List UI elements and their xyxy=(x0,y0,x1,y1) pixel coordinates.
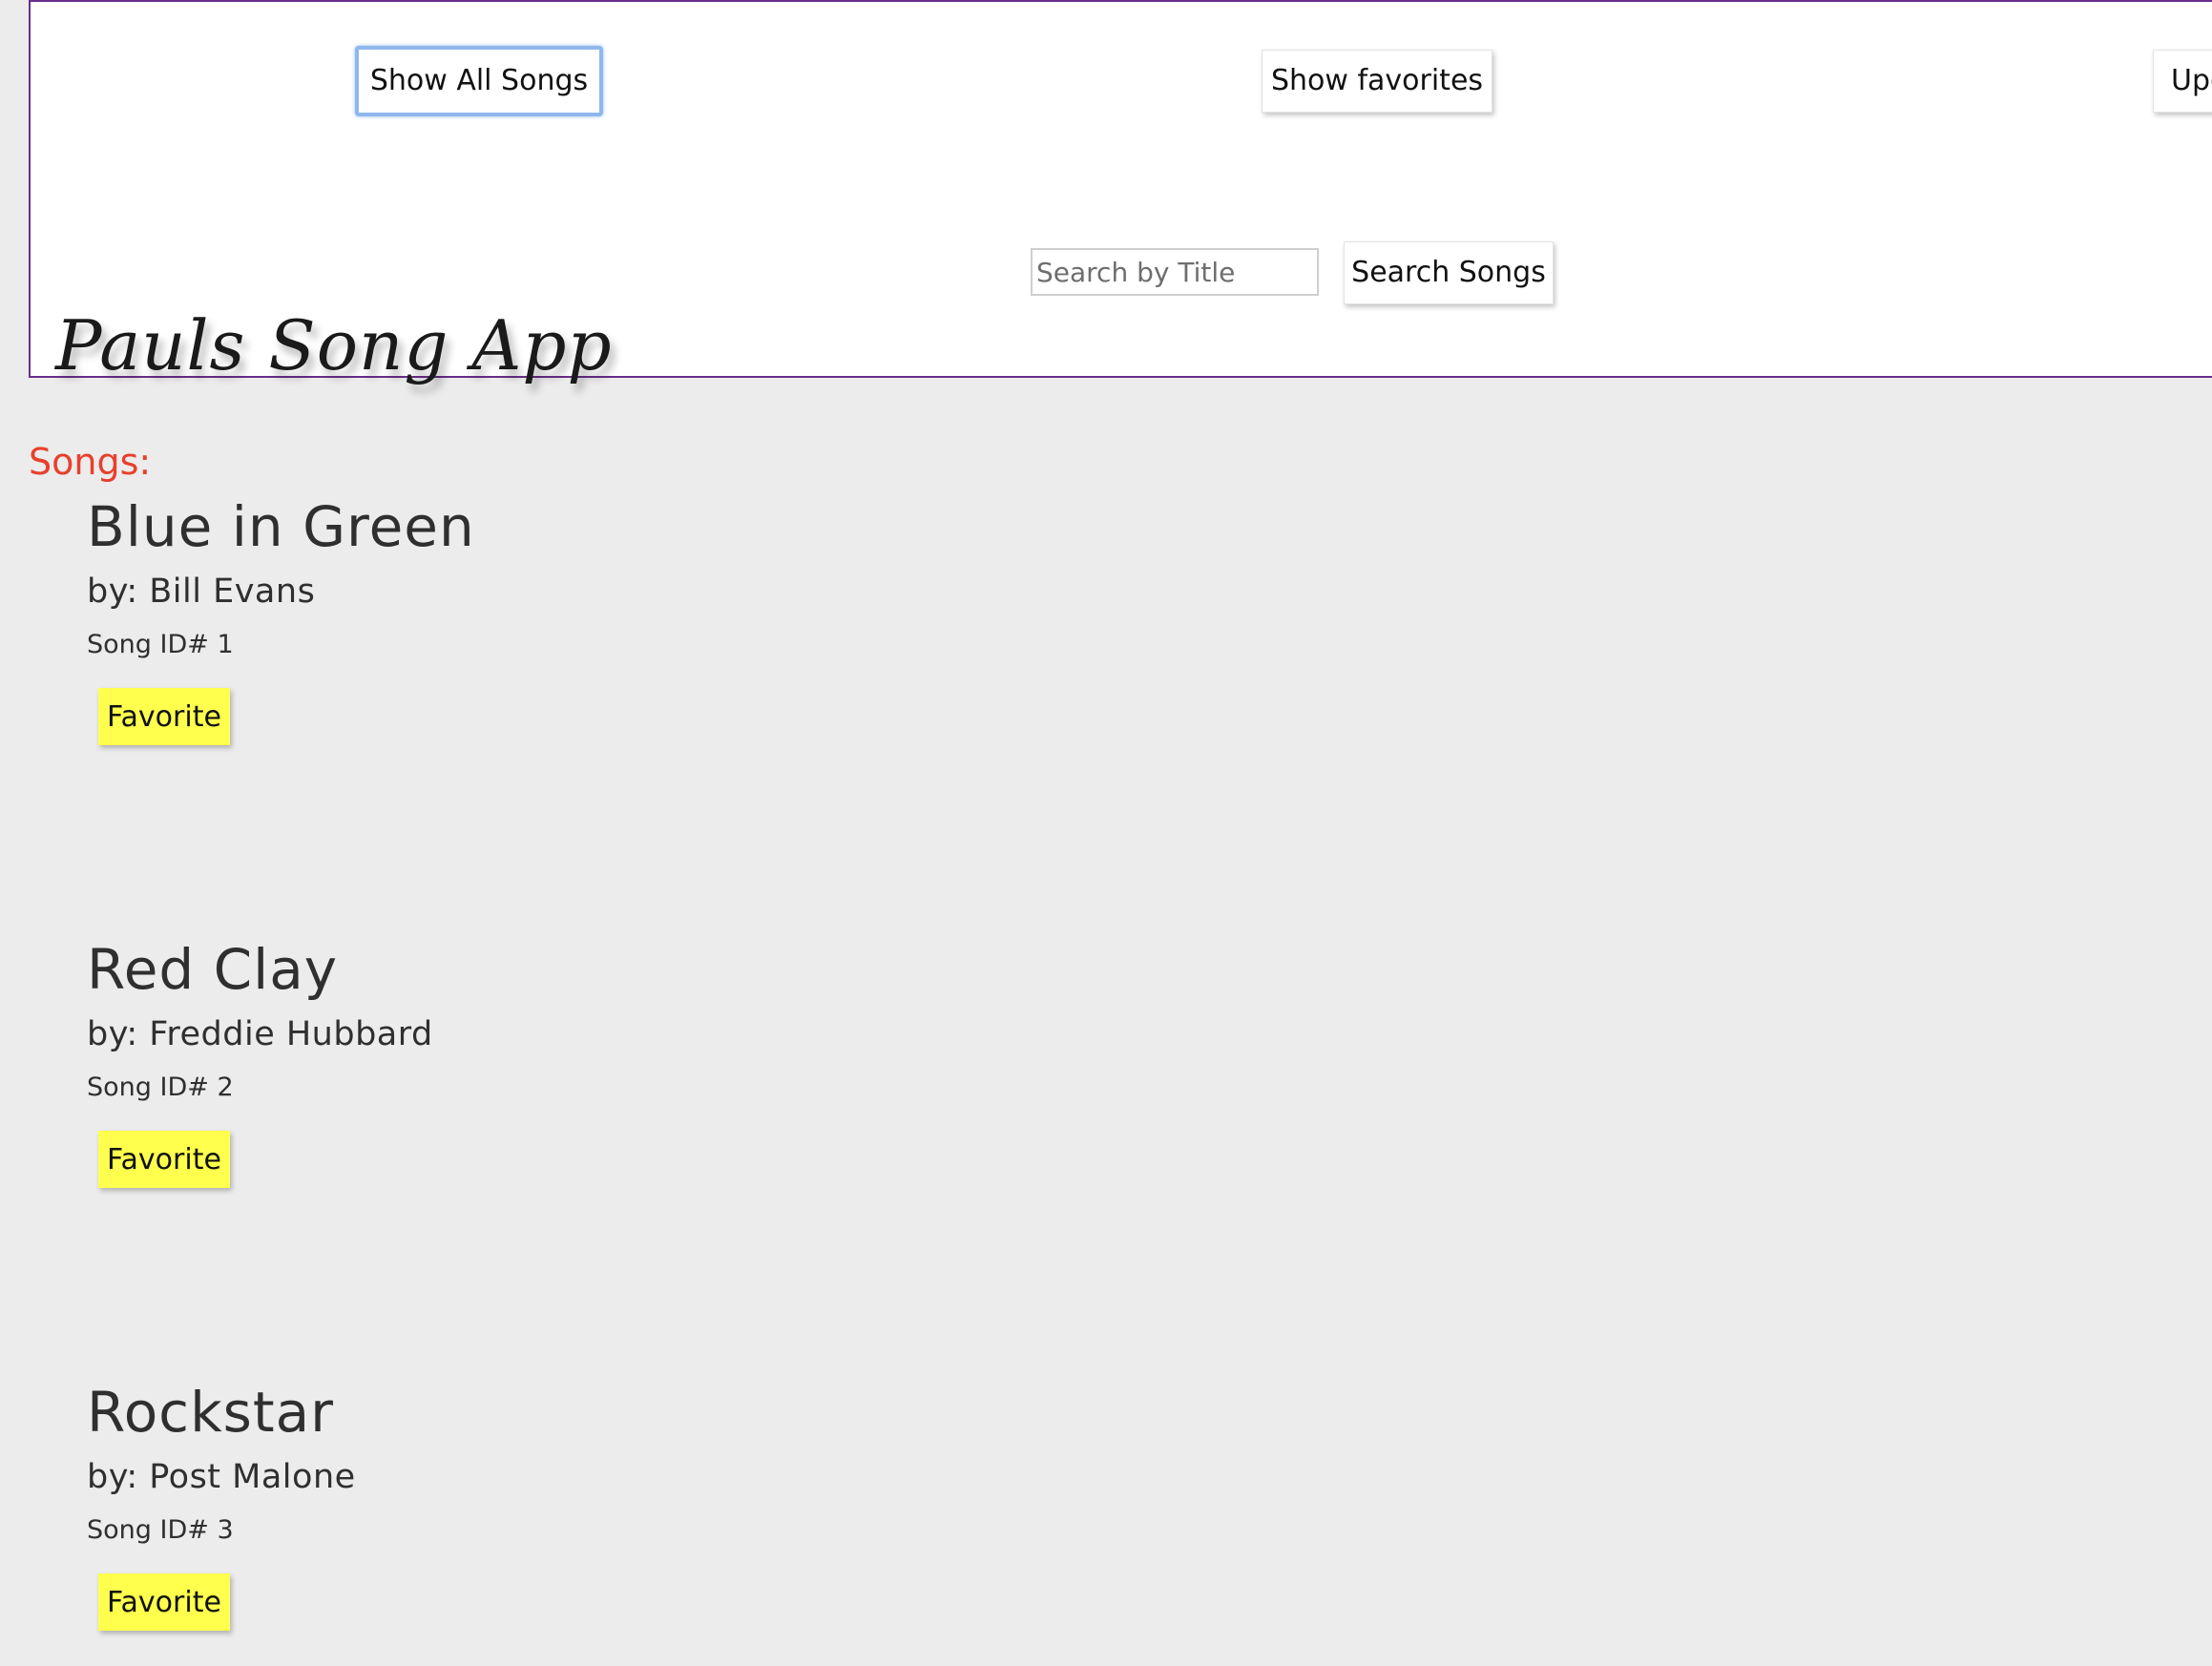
favorite-button[interactable]: Favorite xyxy=(98,688,230,745)
song-title: Rockstar xyxy=(87,1380,335,1445)
header-panel: Show All Songs Show favorites Upd Search… xyxy=(29,0,2212,385)
song-id: Song ID# 1 xyxy=(87,630,234,659)
song-artist: by: Freddie Hubbard xyxy=(87,1015,433,1053)
favorite-button[interactable]: Favorite xyxy=(98,1131,230,1188)
favorite-button[interactable]: Favorite xyxy=(98,1573,230,1631)
song-title: Red Clay xyxy=(87,937,339,1002)
songs-heading: Songs: xyxy=(29,441,152,483)
search-input[interactable] xyxy=(1031,248,1319,296)
update-button[interactable]: Upd xyxy=(2153,50,2212,113)
song-id: Song ID# 3 xyxy=(87,1515,234,1545)
show-favorites-button[interactable]: Show favorites xyxy=(1262,50,1492,113)
song-artist: by: Bill Evans xyxy=(87,573,316,611)
song-artist: by: Post Malone xyxy=(87,1458,356,1496)
app-title: Pauls Song App xyxy=(55,305,613,385)
song-title: Blue in Green xyxy=(87,494,475,559)
search-songs-button[interactable]: Search Songs xyxy=(1344,241,1554,304)
song-id: Song ID# 2 xyxy=(87,1072,234,1102)
show-all-songs-button[interactable]: Show All Songs xyxy=(355,46,603,116)
